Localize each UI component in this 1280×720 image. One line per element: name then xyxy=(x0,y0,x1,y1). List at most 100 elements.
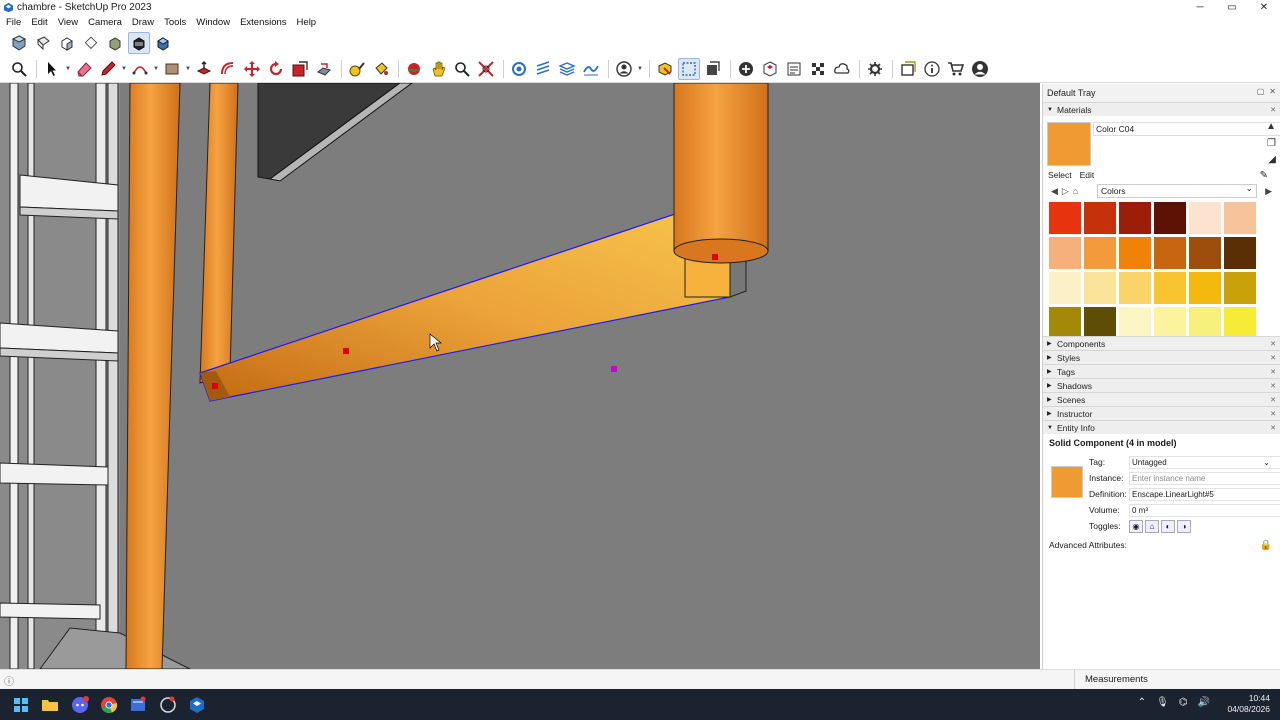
color-swatch[interactable] xyxy=(1189,272,1221,304)
menu-help[interactable]: Help xyxy=(297,17,317,28)
color-swatch[interactable] xyxy=(1189,202,1221,234)
warehouse-icon[interactable] xyxy=(759,58,781,80)
window-icon[interactable] xyxy=(897,58,919,80)
account-icon[interactable] xyxy=(969,58,991,80)
microphone-icon[interactable]: 🎙 xyxy=(1156,697,1169,708)
styles-panel-header[interactable]: ▶ Styles ✕ xyxy=(1043,350,1280,364)
network-icon[interactable]: ⌬ xyxy=(1179,697,1188,708)
rotate-icon[interactable] xyxy=(265,58,287,80)
arc-icon[interactable] xyxy=(129,58,151,80)
clock[interactable]: 10:44 04/08/2026 xyxy=(1227,693,1270,715)
panel-close-icon[interactable]: ✕ xyxy=(1270,410,1276,418)
zoom-window-icon[interactable] xyxy=(451,58,473,80)
color-swatch[interactable] xyxy=(1084,202,1116,234)
paint-bucket-icon[interactable] xyxy=(370,58,392,80)
checker-icon[interactable] xyxy=(807,58,829,80)
tray-pin-icon[interactable]: ▢ xyxy=(1257,87,1265,96)
instance-name-input[interactable]: Enter instance name xyxy=(1129,471,1280,485)
layers-icon[interactable] xyxy=(556,58,578,80)
rectangle-icon[interactable] xyxy=(161,58,183,80)
info-icon[interactable] xyxy=(921,58,943,80)
color-swatch[interactable] xyxy=(1189,237,1221,269)
sketchup-taskbar-icon[interactable] xyxy=(186,694,208,716)
forward-arrow-icon[interactable]: ▷ xyxy=(1062,186,1069,197)
panel-close-icon[interactable]: ✕ xyxy=(1270,340,1276,348)
scene-canvas[interactable] xyxy=(0,83,1040,669)
model-viewport[interactable] xyxy=(0,83,1040,669)
material-name-field[interactable]: Color C04 xyxy=(1093,122,1280,136)
color-swatch[interactable] xyxy=(1084,272,1116,304)
zoom-extents-icon[interactable] xyxy=(475,58,497,80)
sample-paint-icon[interactable]: ✎ xyxy=(1260,170,1268,181)
menu-camera[interactable]: Camera xyxy=(88,17,122,28)
vertical-pipe-inner[interactable] xyxy=(199,83,239,384)
orbit-icon[interactable] xyxy=(403,58,425,80)
cast-shadows-icon[interactable]: ◑ xyxy=(1177,519,1191,533)
receive-shadows-icon[interactable]: ◐ xyxy=(1161,519,1175,533)
chevron-up-icon[interactable]: ⌃ xyxy=(1138,697,1146,708)
maximize-button[interactable]: ▭ xyxy=(1216,0,1248,15)
color-swatch[interactable] xyxy=(1224,307,1256,336)
color-swatch[interactable] xyxy=(1084,237,1116,269)
close-button[interactable]: ✕ xyxy=(1248,0,1280,15)
panel-close-icon[interactable]: ✕ xyxy=(1270,382,1276,390)
minimize-button[interactable]: ─ xyxy=(1184,0,1216,15)
color-swatch[interactable] xyxy=(1224,272,1256,304)
paint-icon[interactable]: ▲ xyxy=(1266,121,1276,132)
color-swatch[interactable] xyxy=(1224,237,1256,269)
select-box-icon[interactable] xyxy=(678,57,700,80)
color-swatch[interactable] xyxy=(1154,237,1186,269)
entity-info-panel-header[interactable]: ▼ Entity Info ✕ xyxy=(1043,420,1280,434)
github-icon[interactable] xyxy=(157,694,179,716)
components-panel-header[interactable]: ▶ Components ✕ xyxy=(1043,336,1280,350)
menu-extensions[interactable]: Extensions xyxy=(240,17,286,28)
color-swatch[interactable] xyxy=(1119,237,1151,269)
scale-icon[interactable] xyxy=(289,58,311,80)
color-swatch[interactable] xyxy=(1049,307,1081,336)
panel-close-icon[interactable]: ✕ xyxy=(1270,106,1276,114)
cloud-icon[interactable] xyxy=(831,58,853,80)
views-iso-icon[interactable] xyxy=(8,32,30,54)
panel-close-icon[interactable]: ✕ xyxy=(1270,354,1276,362)
section-icon[interactable] xyxy=(532,58,554,80)
vertical-pipe-left[interactable] xyxy=(125,83,181,669)
color-swatch[interactable] xyxy=(1119,202,1151,234)
follow-me-icon[interactable] xyxy=(313,58,335,80)
back-arrow-icon[interactable]: ◀ xyxy=(1051,186,1058,197)
lock-toggle-icon[interactable]: ⌂ xyxy=(1145,519,1159,533)
library-select[interactable]: Colors xyxy=(1097,182,1257,198)
eraser-icon[interactable] xyxy=(73,58,95,80)
definition-input[interactable]: Enscape.LinearLight#5 xyxy=(1129,487,1280,501)
entity-material-swatch[interactable] xyxy=(1051,466,1083,498)
color-swatch[interactable] xyxy=(1154,272,1186,304)
menu-edit[interactable]: Edit xyxy=(31,17,47,28)
material-preview-swatch[interactable] xyxy=(1047,122,1091,166)
color-swatch[interactable] xyxy=(1049,202,1081,234)
home-icon[interactable]: ⌂ xyxy=(1073,186,1078,196)
views-front-icon[interactable] xyxy=(56,32,78,54)
menu-draw[interactable]: Draw xyxy=(132,17,154,28)
user-icon[interactable] xyxy=(613,58,635,80)
windows-start-icon[interactable] xyxy=(10,694,32,716)
sandbox-icon[interactable] xyxy=(580,58,602,80)
zoom-icon[interactable] xyxy=(8,58,30,80)
move-icon[interactable] xyxy=(241,58,263,80)
components-icon[interactable] xyxy=(654,58,676,80)
model-info-icon[interactable] xyxy=(702,58,724,80)
menu-tools[interactable]: Tools xyxy=(164,17,186,28)
tags-panel-header[interactable]: ▶ Tags ✕ xyxy=(1043,364,1280,378)
discord-icon[interactable] xyxy=(69,694,91,716)
menu-file[interactable]: File xyxy=(6,17,21,28)
color-swatch[interactable] xyxy=(1154,307,1186,336)
settings-icon[interactable] xyxy=(864,58,886,80)
pan-icon[interactable] xyxy=(427,58,449,80)
color-swatch[interactable] xyxy=(1154,202,1186,234)
instructor-panel-header[interactable]: ▶ Instructor ✕ xyxy=(1043,406,1280,420)
pencil-icon[interactable] xyxy=(97,58,119,80)
color-swatch[interactable] xyxy=(1119,272,1151,304)
create-material-icon[interactable]: ❐ xyxy=(1267,138,1276,149)
panel-close-icon[interactable]: ✕ xyxy=(1270,396,1276,404)
default-material-icon[interactable]: ◢ xyxy=(1268,154,1276,165)
color-swatch[interactable] xyxy=(1049,272,1081,304)
views-left-icon[interactable] xyxy=(128,32,150,54)
